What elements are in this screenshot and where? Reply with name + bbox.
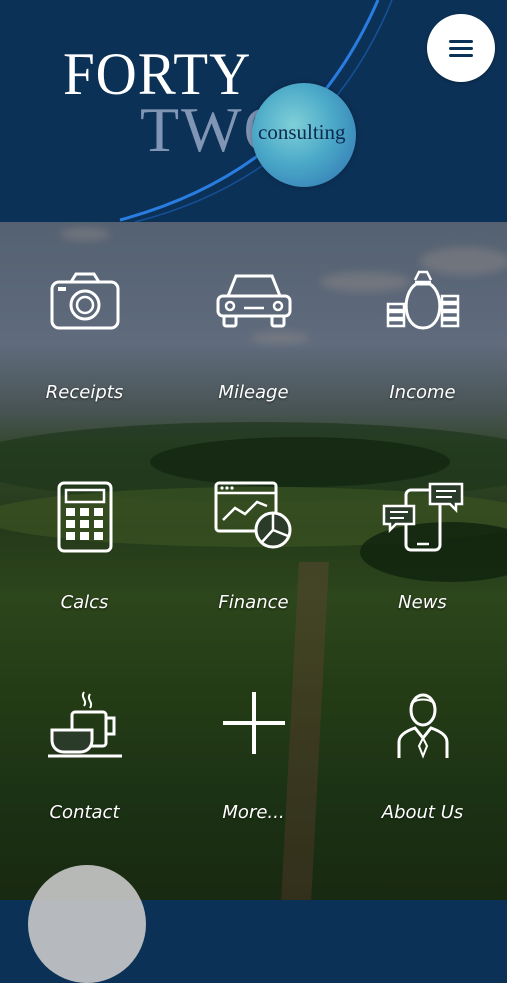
hamburger-menu-icon [449, 36, 473, 61]
tile-label: Calcs [60, 592, 109, 613]
tile-calcs[interactable]: Calcs [0, 432, 169, 642]
tile-more[interactable]: More... [169, 642, 338, 852]
tile-label: Mileage [218, 382, 289, 403]
menu-button[interactable] [427, 14, 495, 82]
tile-label: More... [222, 802, 285, 823]
tile-label: About Us [381, 802, 464, 823]
news-phone-icon [382, 482, 463, 552]
tile-label: Income [389, 382, 456, 403]
tile-label: Contact [49, 802, 120, 823]
tile-finance[interactable]: Finance [169, 432, 338, 642]
tile-about-us[interactable]: About Us [338, 642, 507, 852]
tile-label: Receipts [45, 382, 124, 403]
tile-mileage[interactable]: Mileage [169, 222, 338, 432]
floating-action-button[interactable] [28, 865, 146, 983]
tile-label: Finance [218, 592, 289, 613]
tile-news[interactable]: News [338, 432, 507, 642]
car-icon [216, 274, 291, 328]
tile-label: News [398, 592, 447, 613]
person-icon [397, 693, 448, 759]
coffee-cup-icon [47, 691, 122, 758]
tile-income[interactable]: Income [338, 222, 507, 432]
finance-chart-icon [214, 481, 291, 549]
plus-icon [222, 692, 285, 754]
logo-consulting-text: consulting [258, 120, 346, 144]
money-bag-icon [386, 270, 459, 330]
app-header: FORTY TWO consulting [0, 0, 507, 222]
camera-icon [50, 272, 119, 330]
calculator-icon [57, 481, 112, 553]
tile-contact[interactable]: Contact [0, 642, 169, 852]
tile-receipts[interactable]: Receipts [0, 222, 169, 432]
